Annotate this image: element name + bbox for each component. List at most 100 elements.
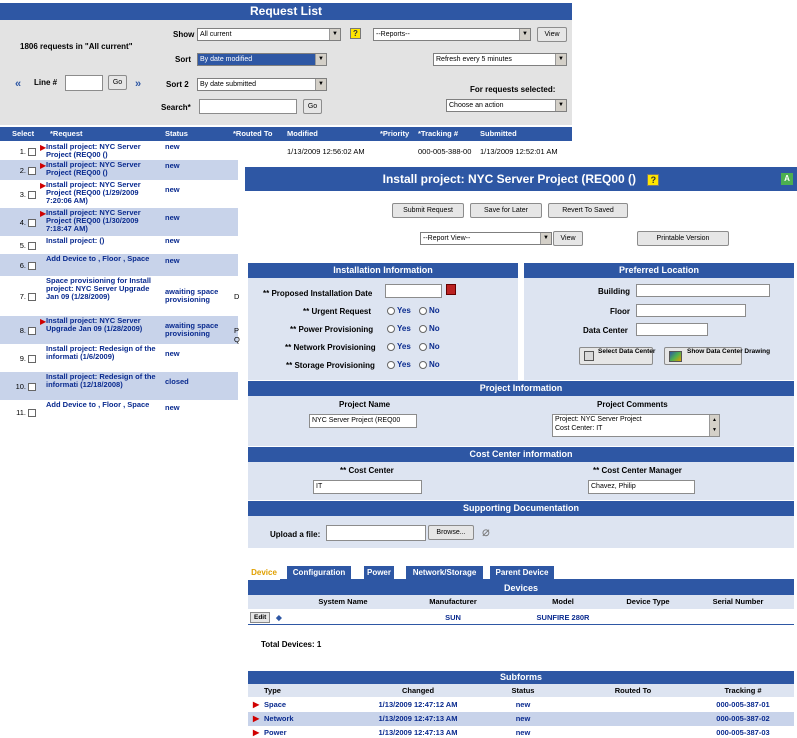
project-comments-textarea[interactable]: Project: NYC Server Project Cost Center:… [552,414,720,437]
row-checkbox[interactable] [28,190,36,200]
row-checkbox[interactable] [28,326,36,336]
paperclip-icon[interactable]: ⌀ [482,524,490,540]
next-page-icon[interactable]: » [135,78,141,90]
cost-manager-input[interactable]: Chavez, Philip [588,480,695,494]
save-later-button[interactable]: Save for Later [470,203,542,218]
col-status[interactable]: Status [165,127,188,141]
network-yes-radio[interactable] [387,342,395,351]
table-row[interactable]: 7. Space provisioning for Install project… [0,276,239,316]
row-checkbox[interactable] [28,382,36,392]
reports-select[interactable]: --Reports-- ▼ [373,28,531,41]
request-link[interactable]: Add Device to , Floor , Space [46,255,156,263]
table-row[interactable]: 9. Install project: Redesign of the infor… [0,344,238,372]
project-name-input[interactable]: NYC Server Project (REQ00 [309,414,417,428]
power-no-radio[interactable] [419,324,428,333]
datacenter-input[interactable] [636,323,708,336]
col-request[interactable]: *Request [50,127,83,141]
request-link[interactable]: Install project: NYC Server Upgrade Jan … [46,317,156,333]
subform-type[interactable]: Space [264,698,286,712]
report-view-button[interactable]: View [553,231,583,246]
table-row[interactable]: 2. ▶ Install project: NYC Server Project (… [0,160,238,180]
sort2-select[interactable]: By date submitted ▼ [197,78,327,91]
row-checkbox[interactable] [28,147,36,157]
browse-button[interactable]: Browse... [428,525,474,540]
table-row[interactable]: 11. Add Device to , Floor , Space new [0,400,238,424]
table-row[interactable]: 3. ▶ Install project: NYC Server Project (… [0,180,238,208]
storage-no-radio[interactable] [419,360,428,369]
request-link[interactable]: Install project: NYC Server Project (REQ… [46,143,156,159]
request-link[interactable]: Add Device to , Floor , Space [46,401,156,409]
tab-network-storage[interactable]: Network/Storage [406,566,483,580]
col-submitted[interactable]: Submitted [480,127,517,141]
row-checkbox[interactable] [28,354,36,364]
refresh-select[interactable]: Refresh every 5 minutes ▼ [433,53,567,66]
status-text: new [165,236,180,245]
request-link[interactable]: Install project: Redesign of the informa… [46,345,156,361]
scrollbar[interactable]: ▲ ▼ [709,415,719,436]
request-link[interactable]: Install project: NYC Server Project (REQ… [46,181,156,205]
subform-row[interactable]: ▶ Space 1/13/2009 12:47:12 AM new 000-005-38… [248,698,794,712]
upload-input[interactable] [326,525,426,541]
edit-device-button[interactable]: Edit [250,612,271,623]
action-select[interactable]: Choose an action ▼ [446,99,567,112]
prev-page-icon[interactable]: « [15,78,21,90]
floor-input[interactable] [636,304,746,317]
line-input[interactable] [65,75,103,91]
row-checkbox[interactable] [28,408,36,418]
table-row[interactable]: 6. Add Device to , Floor , Space new [0,254,238,276]
tab-device[interactable]: Device [248,566,280,580]
tab-configuration[interactable]: Configuration [287,566,351,580]
col-tracking[interactable]: *Tracking # [418,127,458,141]
col-routed[interactable]: *Routed To [233,127,272,141]
select-datacenter-button[interactable]: Select Data Center [579,347,655,365]
help-icon[interactable]: ? [350,28,361,39]
request-link[interactable]: Space provisioning for Install project: … [46,277,156,301]
sort-select[interactable]: By date modified ▼ [197,53,327,66]
printable-version-button[interactable]: Printable Version [637,231,729,246]
go-line-button[interactable]: Go [108,75,127,90]
report-view-select[interactable]: --Report View-- ▼ [420,232,552,245]
corner-a-icon[interactable]: A [781,173,793,185]
request-link[interactable]: Install project: NYC Server Project (REQ… [46,161,156,177]
row-checkbox[interactable] [28,166,36,176]
row-checkbox[interactable] [28,218,36,228]
col-priority[interactable]: *Priority [380,127,409,141]
table-row[interactable]: 4. ▶ Install project: NYC Server Project (… [0,208,238,236]
show-drawing-button[interactable]: Show Data Center Drawing [664,347,770,365]
urgent-yes-radio[interactable] [387,306,395,315]
show-select[interactable]: All current ▼ [197,28,341,41]
help-icon[interactable]: ? [647,173,660,186]
urgent-no-radio[interactable] [419,306,428,315]
power-yes-radio[interactable] [387,324,395,333]
row-checkbox[interactable] [28,292,36,302]
request-link[interactable]: Install project: () [46,237,156,245]
col-select[interactable]: Select [12,127,34,141]
search-input[interactable] [199,99,297,114]
network-no-radio[interactable] [419,342,428,351]
tab-parent-device[interactable]: Parent Device [490,566,554,580]
request-link[interactable]: Install project: Redesign of the informa… [46,373,156,389]
diamond-icon[interactable]: ◆ [276,610,282,625]
search-go-button[interactable]: Go [303,99,322,114]
revert-button[interactable]: Revert To Saved [548,203,628,218]
request-link[interactable]: Install project: NYC Server Project (REQ… [46,209,156,233]
storage-yes-radio[interactable] [387,360,395,369]
table-row[interactable]: 10. Install project: Redesign of the info… [0,372,238,400]
table-row[interactable]: 1. ▶ Install project: NYC Server Project (… [0,142,572,160]
subform-type[interactable]: Network [264,712,294,726]
building-input[interactable] [636,284,770,297]
view-reports-button[interactable]: View [537,27,567,42]
subform-row[interactable]: ▶ Network 1/13/2009 12:47:13 AM new 000-005-… [248,712,794,726]
submit-request-button[interactable]: Submit Request [392,203,464,218]
subform-type[interactable]: Power [264,726,287,738]
table-row[interactable]: 5. Install project: () new [0,236,238,254]
col-modified[interactable]: Modified [287,127,318,141]
tab-power[interactable]: Power [364,566,394,580]
row-checkbox[interactable] [28,241,36,251]
calendar-icon[interactable] [446,284,456,295]
table-row[interactable]: 8. ▶ Install project: NYC Server Upgrade J… [0,316,240,344]
cost-center-input[interactable]: IT [313,480,422,494]
installation-date-input[interactable] [385,284,442,298]
row-checkbox[interactable] [28,261,36,271]
subform-row[interactable]: ▶ Power 1/13/2009 12:47:13 AM new 000-005-38… [248,726,794,738]
